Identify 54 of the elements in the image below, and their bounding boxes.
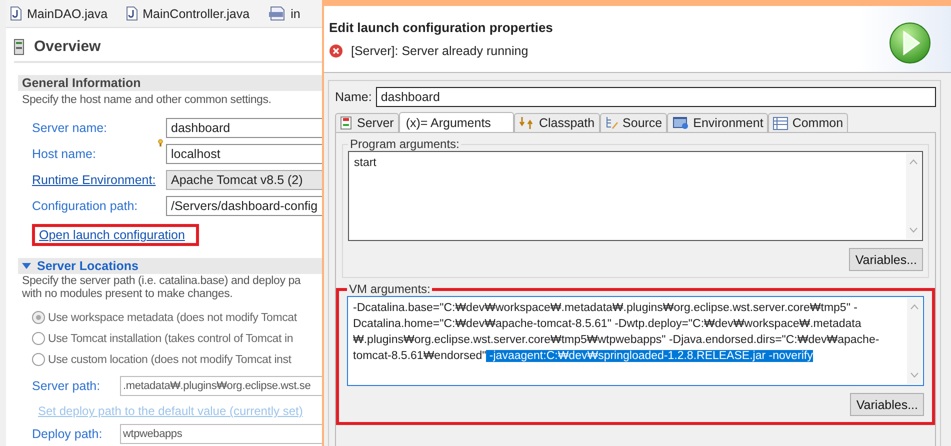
section-description: Specify the server path (i.e. catalina.base) and deploy pa [21, 274, 302, 287]
field-label: Server path: [32, 379, 102, 393]
up-down-arrows-icon [518, 116, 535, 130]
page-title: Overview [34, 38, 101, 55]
editor-tab[interactable]: in [266, 4, 302, 23]
variables-button[interactable]: Variables... [849, 248, 923, 271]
server-config-icon [340, 116, 353, 130]
scroll-down-icon[interactable] [910, 372, 919, 378]
status-message: [Server]: Server already running [351, 44, 528, 58]
vm-arguments-field[interactable]: -Dcatalina.base="C:₩dev₩workspace₩.metadata₩.plugins₩org.eclipse.wst.server.core₩tmp5" -Dcatalina.home="C:₩dev₩apache-tomcat-8.5.61" -Dwtp.deploy="C:₩dev₩workspace₩.metadata ₩.plugins₩org.eclipse.wst.server.core₩tmp5₩wtpwebapps" -Djava.endorsed.dirs="C:₩dev₩apache-tomcat-8.5.61₩endorsed" -javaagent:C:₩dev₩springloaded-1.2.8.RELEASE.jar -noverify [347, 296, 924, 386]
field-label: Host name: [32, 147, 97, 161]
java-file-icon [126, 6, 138, 21]
java-file-icon [10, 6, 22, 21]
field-label: Configuration path: [32, 199, 139, 213]
group-label: Program arguments: [349, 137, 460, 151]
field-label: Server name: [32, 121, 108, 135]
scroll-up-icon[interactable] [909, 159, 918, 165]
server-path-field[interactable]: .metadata₩.plugins₩org.eclipse.wst.se [120, 376, 322, 396]
variables-button[interactable]: Variables... [850, 393, 924, 416]
section-description: Specify the host name and other common settings. [21, 93, 272, 108]
name-field[interactable]: dashboard [376, 87, 936, 107]
config-tab[interactable]: Common [768, 113, 848, 132]
config-tab[interactable]: Server [335, 113, 399, 132]
runtime-dropdown[interactable]: Apache Tomcat v8.5 (2) [166, 170, 322, 190]
name-label: Name: [335, 90, 372, 104]
text-field[interactable]: localhost [166, 144, 322, 164]
config-tab[interactable]: (x)= Arguments [398, 112, 514, 132]
expanded-triangle-icon[interactable] [22, 263, 31, 269]
monitor-icon [672, 116, 690, 130]
field-label[interactable]: Runtime Environment: [32, 173, 166, 187]
editor-tab[interactable]: MainController.java [124, 4, 252, 23]
dialog-title: Edit launch configuration properties [329, 20, 553, 35]
lightbulb-icon [158, 139, 163, 147]
field-label: Deploy path: [32, 427, 104, 441]
text-field[interactable]: dashboard [166, 118, 322, 138]
table-icon [773, 116, 788, 130]
deploy-path-field[interactable]: wtpwebapps [120, 424, 322, 444]
config-tab[interactable]: Classpath [514, 113, 600, 132]
config-tab[interactable]: Source [600, 113, 668, 132]
scroll-up-icon[interactable] [910, 304, 919, 310]
play-icon [889, 22, 931, 64]
editor-tab[interactable]: MainDAO.java [8, 4, 110, 23]
server-icon [14, 38, 24, 54]
scroll-down-icon[interactable] [909, 227, 918, 233]
program-arguments-field[interactable]: start [348, 151, 923, 241]
group-label: VM arguments: [348, 282, 432, 296]
section-header: Server Locations [37, 259, 138, 273]
section-header: General Information [18, 75, 322, 91]
source-tree-icon [604, 116, 619, 130]
section-description: with no modules present to make changes. [21, 287, 234, 300]
text-field[interactable]: /Servers/dashboard-config [166, 196, 322, 216]
config-tab[interactable]: Environment [667, 113, 768, 132]
jsp-file-icon [268, 6, 286, 21]
error-icon [329, 44, 343, 58]
